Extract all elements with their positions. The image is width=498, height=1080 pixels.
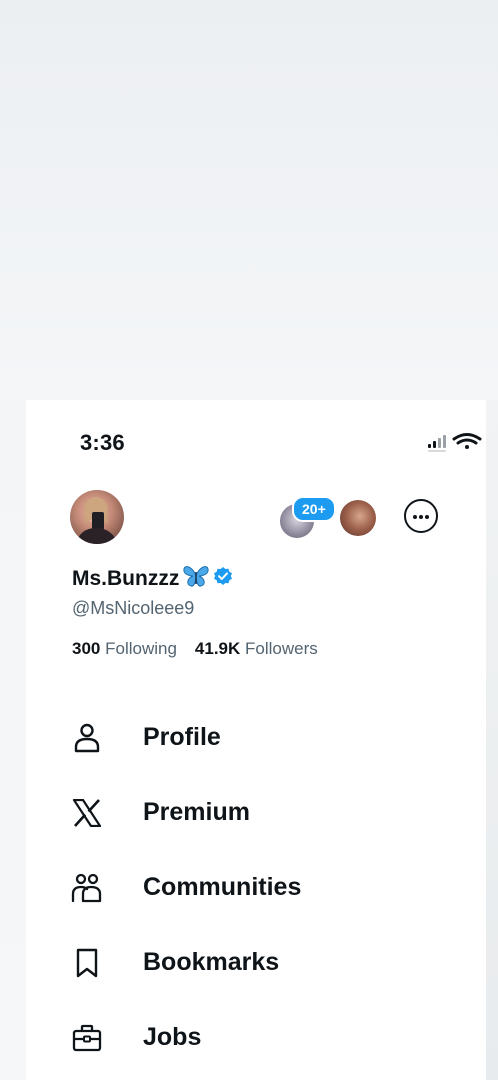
followers-count: 41.9K xyxy=(194,639,241,658)
following-link[interactable]: 300 Following xyxy=(72,639,177,659)
secondary-account-avatar[interactable] xyxy=(340,500,376,536)
signal-icon xyxy=(428,435,446,452)
background-area xyxy=(0,0,498,400)
briefcase-icon xyxy=(70,1021,104,1055)
followers-label: Followers xyxy=(245,639,318,658)
followers-link[interactable]: 41.9K Followers xyxy=(195,639,318,659)
status-bar-time: 3:36 xyxy=(80,430,125,455)
following-label: Following xyxy=(105,639,177,658)
drawer-menu: Profile Premium Communities Bookmarks Jo… xyxy=(70,700,470,1075)
more-dot-icon xyxy=(413,515,417,519)
menu-item-bookmarks[interactable]: Bookmarks xyxy=(70,925,470,1000)
more-dot-icon xyxy=(419,515,423,519)
menu-label-bookmarks: Bookmarks xyxy=(143,948,280,976)
menu-label-communities: Communities xyxy=(143,873,302,901)
bookmark-icon xyxy=(70,946,104,980)
communities-icon xyxy=(70,871,104,905)
status-bar-icons xyxy=(426,432,482,454)
user-handle: @MsNicoleee9 xyxy=(72,598,195,618)
user-avatar[interactable] xyxy=(70,490,124,544)
menu-label-premium: Premium xyxy=(143,798,250,826)
menu-label-jobs: Jobs xyxy=(143,1023,202,1051)
menu-item-communities[interactable]: Communities xyxy=(70,850,470,925)
x-logo-icon xyxy=(70,796,104,830)
butterfly-icon xyxy=(183,564,209,593)
profile-name-row[interactable]: Ms.Bunzzz xyxy=(72,564,233,593)
follow-stats: 300 Following 41.9K Followers xyxy=(72,639,318,659)
more-options-button[interactable] xyxy=(404,499,438,533)
menu-item-profile[interactable]: Profile xyxy=(70,700,470,775)
adjacent-screen-edge xyxy=(486,400,498,1080)
menu-label-profile: Profile xyxy=(143,723,221,751)
verified-badge-icon xyxy=(213,566,233,591)
account-switcher: 20+ xyxy=(276,496,446,540)
person-icon xyxy=(70,721,104,755)
following-count: 300 xyxy=(72,639,101,658)
menu-item-premium[interactable]: Premium xyxy=(70,775,470,850)
menu-item-jobs[interactable]: Jobs xyxy=(70,1000,470,1075)
more-dot-icon xyxy=(425,515,429,519)
accounts-count-badge[interactable]: 20+ xyxy=(292,496,336,522)
side-navigation-drawer: 3:36 20+ Ms.Bunzzz @MsNicoleee9 300 Foll… xyxy=(26,400,486,1080)
wifi-icon xyxy=(452,433,482,449)
display-name: Ms.Bunzzz xyxy=(72,566,180,590)
